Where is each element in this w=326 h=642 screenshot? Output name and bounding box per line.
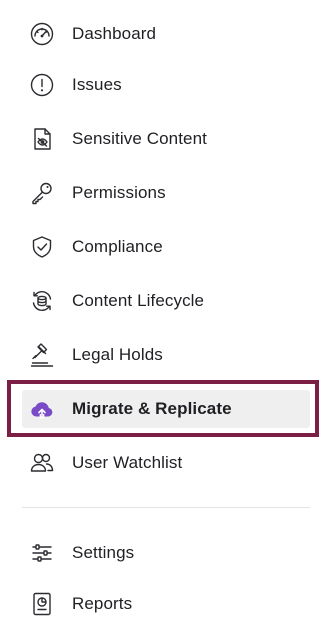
sidebar-item-label: Settings (72, 543, 135, 562)
gauge-icon (29, 21, 55, 47)
document-hidden-icon (29, 126, 55, 152)
sidebar-nav: Dashboard Issues Sensitive Content Permi… (0, 0, 326, 642)
sidebar-item-settings[interactable]: Settings (22, 534, 310, 572)
sidebar-item-reports[interactable]: Reports (22, 585, 310, 623)
sidebar-item-label: Issues (72, 75, 122, 94)
sidebar-divider (22, 507, 310, 508)
report-icon (29, 591, 55, 617)
sidebar-item-dashboard[interactable]: Dashboard (22, 15, 310, 53)
sliders-icon (29, 540, 55, 566)
key-icon (29, 180, 55, 206)
sidebar-item-user-watchlist[interactable]: User Watchlist (22, 444, 310, 482)
lifecycle-database-icon (29, 288, 55, 314)
sidebar-item-label: Legal Holds (72, 345, 163, 364)
sidebar-item-permissions[interactable]: Permissions (22, 174, 310, 212)
sidebar-item-label: Compliance (72, 237, 163, 256)
sidebar-item-compliance[interactable]: Compliance (22, 228, 310, 266)
shield-check-icon (29, 234, 55, 260)
selection-highlight-box (7, 380, 319, 437)
sidebar-item-content-lifecycle[interactable]: Content Lifecycle (22, 282, 310, 320)
sidebar-item-sensitive-content[interactable]: Sensitive Content (22, 120, 310, 158)
sidebar-item-label: Permissions (72, 183, 166, 202)
sidebar-item-label: Reports (72, 594, 133, 613)
users-icon (29, 450, 55, 476)
sidebar-item-legal-holds[interactable]: Legal Holds (22, 336, 310, 374)
alert-circle-icon (29, 72, 55, 98)
sidebar-item-label: User Watchlist (72, 453, 183, 472)
sidebar-item-label: Dashboard (72, 24, 157, 43)
gavel-icon (29, 342, 55, 368)
sidebar-item-label: Content Lifecycle (72, 291, 205, 310)
sidebar-item-issues[interactable]: Issues (22, 66, 310, 104)
sidebar-item-label: Sensitive Content (72, 129, 207, 148)
